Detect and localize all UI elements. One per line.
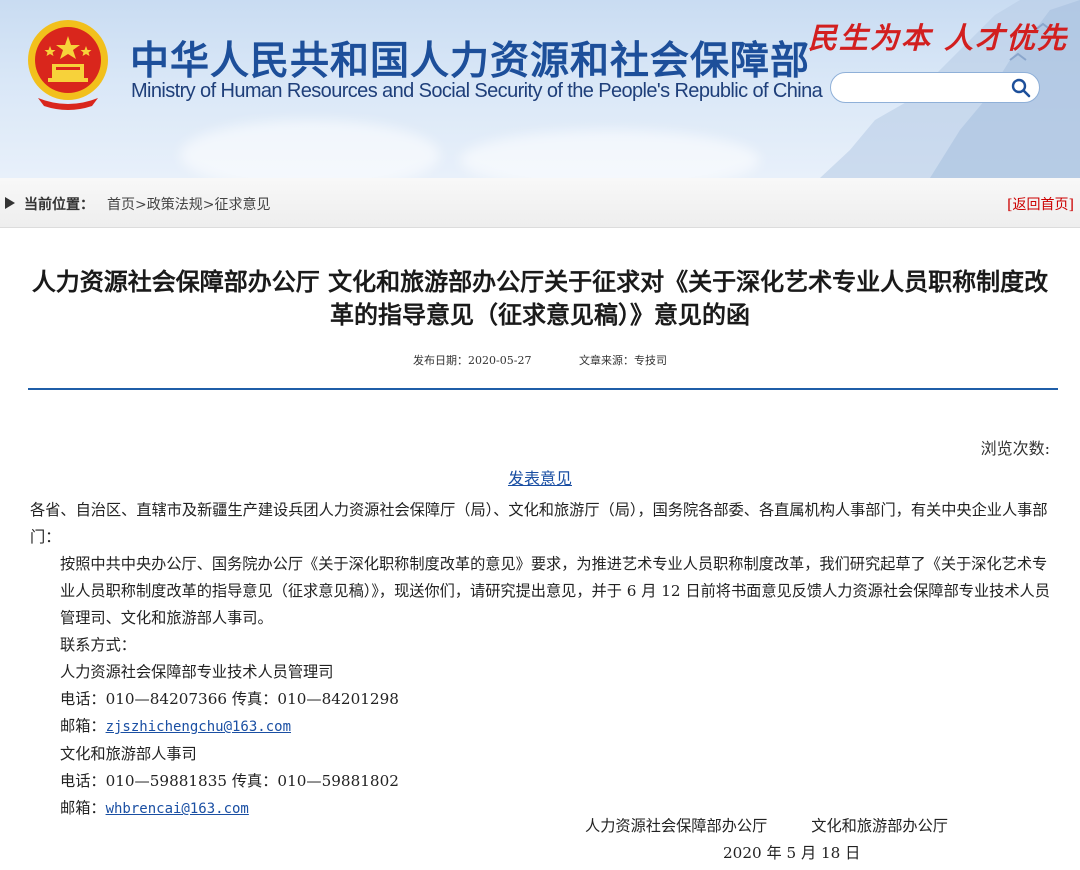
- banner-cloud: [180, 120, 440, 178]
- body-paragraph: 按照中共中央办公厅、国务院办公厅《关于深化职称制度改革的意见》要求，为推进艺术专…: [60, 555, 1050, 627]
- contact-label: 联系方式：: [60, 636, 136, 654]
- email-label: 邮箱：: [60, 799, 106, 817]
- breadcrumb-home[interactable]: 首页: [107, 197, 135, 213]
- article-meta: 发布日期：2020-05-27 文章来源：专技司: [0, 352, 1080, 368]
- breadcrumb-separator: >: [202, 197, 215, 213]
- search-box: [830, 72, 1040, 103]
- location-bar: 当前位置： 首页>政策法规>征求意见 [返回首页]: [0, 178, 1080, 228]
- banner-cloud: [460, 130, 760, 178]
- site-title: 中华人民共和国人力资源和社会保障部: [130, 39, 811, 84]
- arrow-right-icon: [5, 197, 15, 209]
- contact-phone: 电话：010—84207366 传真：010—84201298: [60, 690, 399, 708]
- contact-email-line: 邮箱：zjszhichengchu@163.com: [30, 713, 1060, 741]
- back-home-wrapper: [返回首页]: [1007, 197, 1074, 213]
- view-count: 浏览次数:: [980, 439, 1050, 458]
- comment-link-wrapper: 发表意见: [0, 465, 1080, 489]
- signers: 人力资源社会保障部办公厅 文化和旅游部办公厅: [585, 814, 948, 836]
- article-source: 文章来源：专技司: [578, 354, 667, 367]
- contact-phone: 电话：010—59881835 传真：010—59881802: [60, 772, 399, 790]
- breadcrumb: 首页>政策法规>征求意见: [107, 194, 270, 214]
- signer-mohrss: 人力资源社会保障部办公厅: [585, 817, 768, 835]
- contact-email-link[interactable]: whbrencai@163.com: [106, 801, 249, 817]
- contact-org: 人力资源社会保障部专业技术人员管理司: [60, 663, 334, 681]
- signer-culture-tourism: 文化和旅游部办公厅: [811, 817, 948, 835]
- breadcrumb-separator: >: [135, 197, 147, 213]
- location-label: 当前位置：: [24, 197, 94, 213]
- article-title: 人力资源社会保障部办公厅 文化和旅游部办公厅关于征求对《关于深化艺术专业人员职称…: [31, 268, 1049, 329]
- search-icon[interactable]: [1011, 78, 1031, 98]
- contact-email-link[interactable]: zjszhichengchu@163.com: [106, 719, 291, 735]
- back-home-link[interactable]: 返回首页: [1013, 197, 1069, 213]
- sign-date: 2020 年 5 月 18 日: [723, 844, 861, 862]
- article-body: 各省、自治区、直辖市及新疆生产建设兵团人力资源社会保障厅（局）、文化和旅游厅（局…: [30, 497, 1060, 823]
- publish-date: 发布日期：2020-05-27: [413, 354, 532, 367]
- search-input[interactable]: [845, 78, 1014, 99]
- contact-org: 文化和旅游部人事司: [60, 745, 197, 763]
- breadcrumb-policy[interactable]: 政策法规: [147, 197, 203, 213]
- post-comment-link[interactable]: 发表意见: [508, 469, 572, 488]
- site-slogan: 民生为本 人才优先: [808, 21, 1069, 55]
- email-label: 邮箱：: [60, 717, 106, 735]
- breadcrumb-consultation[interactable]: 征求意见: [214, 197, 270, 213]
- national-emblem-icon: [28, 20, 108, 110]
- site-banner: 中华人民共和国人力资源和社会保障部 Ministry of Human Reso…: [0, 0, 1080, 178]
- salutation: 各省、自治区、直辖市及新疆生产建设兵团人力资源社会保障厅（局）、文化和旅游厅（局…: [30, 501, 1048, 546]
- title-divider: [28, 388, 1058, 390]
- site-title-english: Ministry of Human Resources and Social S…: [131, 80, 823, 102]
